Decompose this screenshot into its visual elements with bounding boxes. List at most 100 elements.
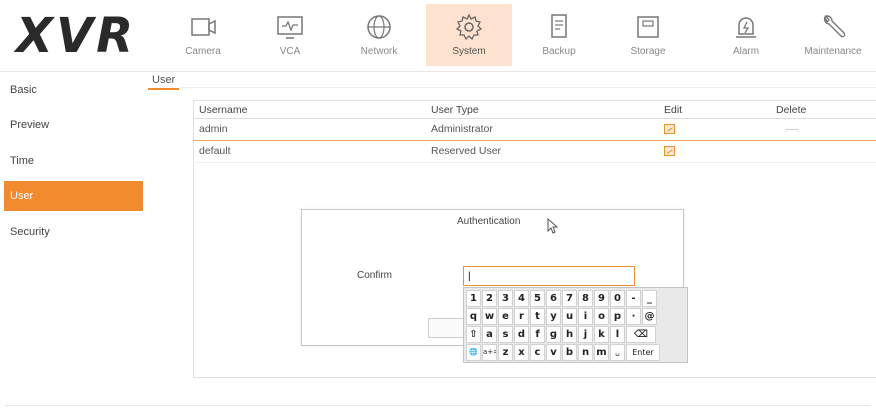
cell-username: default: [193, 140, 425, 163]
key-1[interactable]: 1: [466, 290, 481, 307]
nav-label: Storage: [630, 46, 666, 57]
language-key-icon[interactable]: 🌐: [466, 344, 481, 361]
sidebar-item-security[interactable]: Security: [4, 217, 143, 247]
key-y[interactable]: y: [546, 308, 561, 325]
nav-label: Network: [360, 46, 398, 57]
key-h[interactable]: h: [562, 326, 577, 343]
edit-icon[interactable]: [664, 124, 675, 135]
key-at[interactable]: @: [642, 308, 657, 325]
key-8[interactable]: 8: [578, 290, 593, 307]
key-i[interactable]: i: [578, 308, 593, 325]
key-4[interactable]: 4: [514, 290, 529, 307]
key-c[interactable]: c: [530, 344, 545, 361]
key-m[interactable]: m: [594, 344, 609, 361]
column-header-user-type: User Type: [425, 103, 658, 119]
nav-vca[interactable]: VCA: [247, 4, 333, 66]
key-z[interactable]: z: [498, 344, 513, 361]
nav-label: Alarm: [732, 46, 760, 57]
key-d[interactable]: d: [514, 326, 529, 343]
footer-divider: [5, 405, 871, 406]
key-p[interactable]: p: [610, 308, 625, 325]
key-b[interactable]: b: [562, 344, 577, 361]
cell-delete: [770, 117, 876, 141]
key-0[interactable]: 0: [610, 290, 625, 307]
key-minus[interactable]: -: [626, 290, 641, 307]
space-key-icon[interactable]: ␣: [610, 344, 625, 361]
nav-label: Maintenance: [804, 46, 862, 57]
edit-icon[interactable]: [664, 146, 675, 157]
cell-edit: [658, 117, 770, 141]
enter-key[interactable]: Enter: [626, 344, 660, 361]
sidebar-item-preview[interactable]: Preview: [4, 110, 143, 140]
globe-icon: [367, 15, 391, 39]
table-header-row: Username User Type Edit Delete: [193, 103, 876, 119]
backup-icon: [551, 14, 567, 38]
sidebar-item-basic[interactable]: Basic: [4, 75, 143, 105]
column-header-delete: Delete: [770, 103, 876, 119]
delete-disabled-icon: [786, 128, 798, 130]
cell-user-type: Reserved User: [425, 140, 658, 163]
sidebar: Basic Preview Time User Security: [0, 72, 143, 410]
alarm-icon: [736, 17, 756, 38]
key-u[interactable]: u: [562, 308, 577, 325]
nav-maintenance[interactable]: Maintenance: [790, 4, 876, 66]
backspace-key-icon[interactable]: ⌫: [626, 326, 656, 343]
key-6[interactable]: 6: [546, 290, 561, 307]
key-o[interactable]: o: [594, 308, 609, 325]
key-2[interactable]: 2: [482, 290, 497, 307]
nav-label: System: [452, 46, 486, 57]
nav-camera[interactable]: Camera: [160, 4, 246, 66]
nav-label: VCA: [279, 46, 301, 57]
nav-system[interactable]: System: [426, 4, 512, 66]
key-underscore[interactable]: _: [642, 290, 657, 307]
key-9[interactable]: 9: [594, 290, 609, 307]
column-header-username: Username: [193, 103, 425, 119]
key-f[interactable]: f: [530, 326, 545, 343]
nav-network[interactable]: Network: [336, 4, 422, 66]
dialog-title: Authentication: [457, 216, 521, 227]
key-3[interactable]: 3: [498, 290, 513, 307]
key-j[interactable]: j: [578, 326, 593, 343]
tab-user[interactable]: User: [148, 74, 180, 90]
app-logo: XVR: [16, 8, 137, 64]
shift-key-icon[interactable]: ⇧: [466, 326, 481, 343]
key-x[interactable]: x: [514, 344, 529, 361]
key-v[interactable]: v: [546, 344, 561, 361]
key-dot[interactable]: ·: [626, 308, 641, 325]
table-row[interactable]: admin Administrator: [193, 117, 876, 141]
key-n[interactable]: n: [578, 344, 593, 361]
keyboard-row: ⇧ a s d f g h j k l ⌫: [466, 326, 685, 344]
key-l[interactable]: l: [610, 326, 625, 343]
sidebar-item-time[interactable]: Time: [4, 146, 143, 176]
key-w[interactable]: w: [482, 308, 497, 325]
mouse-cursor-icon: [547, 218, 559, 234]
key-q[interactable]: q: [466, 308, 481, 325]
keyboard-row: 1 2 3 4 5 6 7 8 9 0 - _: [466, 290, 685, 308]
table-row[interactable]: default Reserved User: [193, 140, 876, 163]
onscreen-keyboard: 1 2 3 4 5 6 7 8 9 0 - _ q w e r t y u i …: [463, 287, 688, 363]
key-t[interactable]: t: [530, 308, 545, 325]
key-g[interactable]: g: [546, 326, 561, 343]
symbol-switch-key[interactable]: a+=: [482, 344, 497, 361]
nav-storage[interactable]: Storage: [605, 4, 691, 66]
nav-backup[interactable]: Backup: [516, 4, 602, 66]
cell-edit: [658, 140, 770, 163]
keyboard-row: 🌐 a+= z x c v b n m ␣ Enter: [466, 344, 685, 362]
storage-icon: [637, 16, 659, 38]
key-5[interactable]: 5: [530, 290, 545, 307]
nav-label: Backup: [542, 46, 576, 57]
key-s[interactable]: s: [498, 326, 513, 343]
key-k[interactable]: k: [594, 326, 609, 343]
nav-label: Camera: [185, 46, 221, 57]
cell-username: admin: [193, 117, 425, 141]
camera-icon: [191, 18, 216, 36]
key-a[interactable]: a: [482, 326, 497, 343]
tab-divider: [180, 87, 876, 88]
key-7[interactable]: 7: [562, 290, 577, 307]
confirm-password-field[interactable]: [463, 266, 635, 286]
nav-alarm[interactable]: Alarm: [703, 4, 789, 66]
key-r[interactable]: r: [514, 308, 529, 325]
sidebar-item-user[interactable]: User: [4, 181, 143, 211]
top-bar: XVR Camera VCA Network System Backup Sto…: [0, 0, 876, 72]
key-e[interactable]: e: [498, 308, 513, 325]
